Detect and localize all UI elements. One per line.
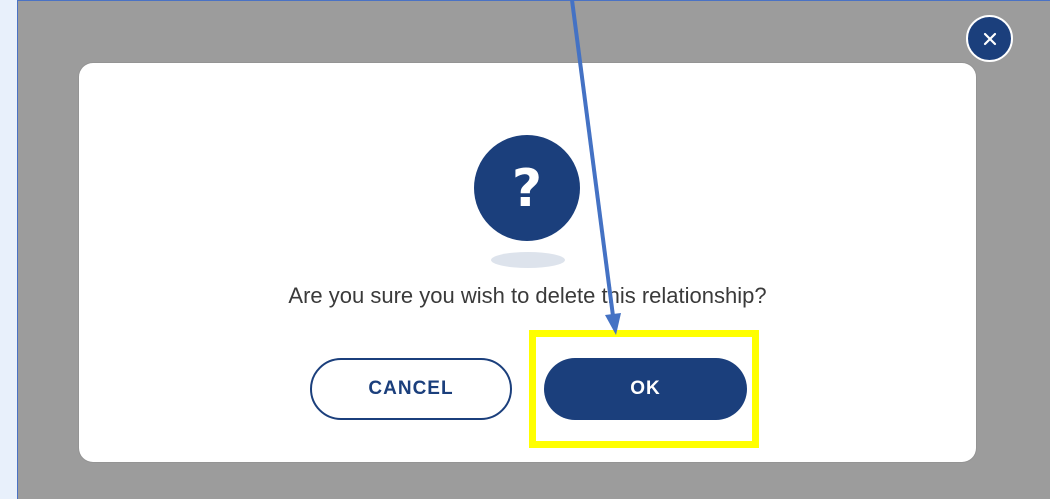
question-icon: ? (474, 135, 580, 241)
confirm-message: Are you sure you wish to delete this rel… (288, 283, 767, 308)
cancel-button[interactable]: CANCEL (310, 358, 512, 420)
close-button[interactable] (966, 15, 1013, 62)
icon-shadow (491, 252, 565, 268)
ok-button[interactable]: OK (544, 358, 747, 420)
question-mark: ? (511, 159, 543, 219)
close-icon (983, 32, 996, 45)
